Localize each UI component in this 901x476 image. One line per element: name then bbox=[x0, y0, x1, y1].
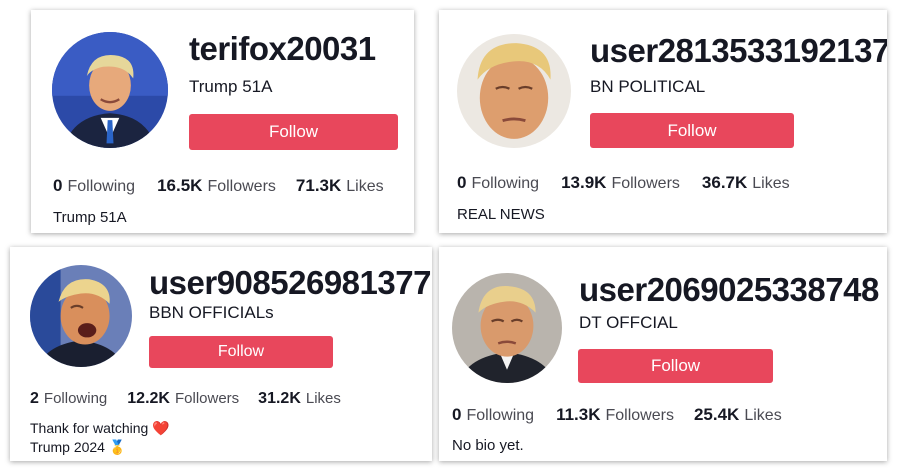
avatar-photo-icon bbox=[52, 32, 168, 148]
followers-label: Followers bbox=[207, 178, 276, 195]
bio-line: No bio yet. bbox=[452, 437, 524, 454]
bio: Thank for watching ❤️ Trump 2024 🥇 bbox=[30, 419, 170, 457]
profile-card: user2813533192137 BN POLITICAL Follow 0 … bbox=[439, 10, 887, 233]
likes-stat: 36.7K Likes bbox=[702, 173, 790, 193]
following-count: 0 bbox=[452, 405, 462, 424]
follow-button[interactable]: Follow bbox=[149, 336, 333, 368]
followers-count: 11.3K bbox=[556, 405, 601, 424]
avatar[interactable] bbox=[52, 32, 168, 148]
followers-count: 13.9K bbox=[561, 173, 607, 192]
likes-label: Likes bbox=[752, 175, 790, 192]
username: user9085269813779 bbox=[149, 264, 432, 301]
profile-stats: 0 Following 13.9K Followers 36.7K Likes bbox=[457, 173, 790, 193]
avatar-photo-icon bbox=[452, 273, 562, 383]
nickname: Trump 51A bbox=[189, 77, 273, 96]
likes-label: Likes bbox=[305, 390, 341, 407]
follow-button[interactable]: Follow bbox=[189, 114, 398, 150]
likes-stat: 25.4K Likes bbox=[694, 405, 782, 425]
nickname: BN POLITICAL bbox=[590, 77, 706, 96]
following-count: 0 bbox=[53, 176, 63, 195]
profile-stats: 0 Following 16.5K Followers 71.3K Likes bbox=[53, 176, 384, 196]
following-label: Following bbox=[67, 178, 136, 195]
profile-card: terifox20031 Trump 51A Follow 0 Followin… bbox=[31, 10, 414, 233]
following-label: Following bbox=[43, 390, 108, 407]
likes-count: 31.2K bbox=[258, 390, 301, 407]
username: user2813533192137 bbox=[590, 32, 887, 69]
followers-stat[interactable]: 12.2K Followers bbox=[127, 390, 239, 408]
followers-stat[interactable]: 13.9K Followers bbox=[561, 173, 680, 193]
bio-line: Thank for watching ❤️ bbox=[30, 420, 170, 436]
following-label: Following bbox=[471, 175, 540, 192]
following-label: Following bbox=[466, 407, 535, 424]
bio: No bio yet. bbox=[452, 436, 524, 455]
followers-count: 16.5K bbox=[157, 176, 203, 195]
follow-button[interactable]: Follow bbox=[590, 113, 794, 148]
bio-line: Trump 2024 🥇 bbox=[30, 439, 127, 455]
following-stat[interactable]: 0 Following bbox=[452, 405, 534, 425]
username: terifox20031 bbox=[189, 30, 376, 67]
bio-line: Trump 51A bbox=[53, 209, 127, 226]
avatar[interactable] bbox=[457, 34, 571, 148]
nickname: DT OFFCIAL bbox=[579, 313, 678, 332]
profile-card: user2069025338748 DT OFFCIAL Follow 0 Fo… bbox=[439, 247, 887, 461]
profile-card: user9085269813779 BBN OFFICIALs Follow 2… bbox=[10, 247, 432, 461]
avatar[interactable] bbox=[30, 265, 132, 367]
following-count: 2 bbox=[30, 390, 39, 407]
followers-stat[interactable]: 11.3K Followers bbox=[556, 405, 674, 425]
followers-label: Followers bbox=[605, 407, 674, 424]
followers-count: 12.2K bbox=[127, 390, 170, 407]
likes-label: Likes bbox=[744, 407, 782, 424]
likes-label: Likes bbox=[346, 178, 384, 195]
profile-stats: 2 Following 12.2K Followers 31.2K Likes bbox=[30, 390, 341, 408]
likes-stat: 71.3K Likes bbox=[296, 176, 384, 196]
following-stat[interactable]: 0 Following bbox=[53, 176, 135, 196]
bio-line: REAL NEWS bbox=[457, 206, 545, 223]
followers-label: Followers bbox=[174, 390, 240, 407]
bio: REAL NEWS bbox=[457, 205, 545, 224]
avatar[interactable] bbox=[452, 273, 562, 383]
avatar-photo-icon bbox=[457, 34, 571, 148]
followers-stat[interactable]: 16.5K Followers bbox=[157, 176, 276, 196]
nickname: BBN OFFICIALs bbox=[149, 303, 274, 322]
likes-stat: 31.2K Likes bbox=[258, 390, 341, 408]
bio: Trump 51A bbox=[53, 208, 127, 227]
following-stat[interactable]: 2 Following bbox=[30, 390, 107, 408]
likes-count: 25.4K bbox=[693, 405, 740, 424]
following-stat[interactable]: 0 Following bbox=[457, 173, 539, 193]
likes-count: 71.3K bbox=[295, 176, 342, 195]
profile-stats: 0 Following 11.3K Followers 25.4K Likes bbox=[452, 405, 782, 425]
likes-count: 36.7K bbox=[701, 173, 748, 192]
follow-button[interactable]: Follow bbox=[578, 349, 773, 383]
avatar-photo-icon bbox=[30, 265, 132, 367]
followers-label: Followers bbox=[611, 175, 680, 192]
username: user2069025338748 bbox=[579, 271, 879, 308]
following-count: 0 bbox=[457, 173, 467, 192]
